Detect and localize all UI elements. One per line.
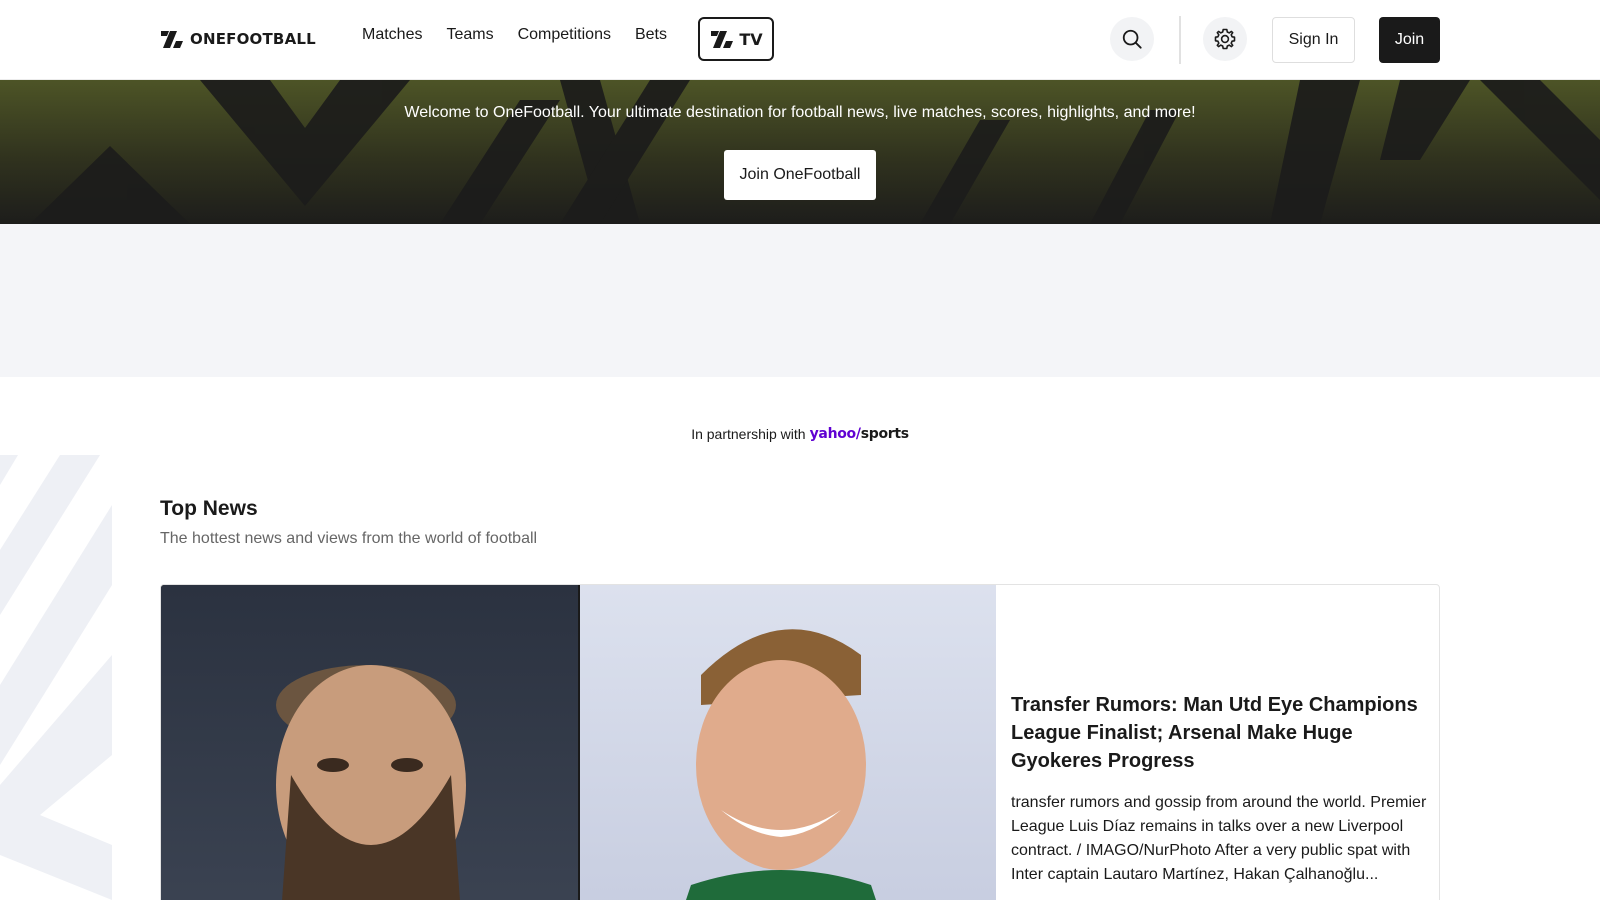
- welcome-hero: Welcome to OneFootball. Your ultimate de…: [0, 80, 1600, 224]
- ad-placeholder: [0, 224, 1600, 377]
- nav-competitions[interactable]: Competitions: [518, 26, 611, 44]
- partnership-banner: In partnership with yahoo/sports: [0, 426, 1600, 442]
- join-onefootball-button[interactable]: Join OneFootball: [724, 150, 876, 200]
- search-button[interactable]: [1110, 17, 1154, 61]
- partnership-prefix: In partnership with: [691, 426, 806, 442]
- search-icon: [1122, 29, 1142, 49]
- onefootball-logo[interactable]: ONEFOOTBALL: [160, 28, 316, 50]
- tv-button[interactable]: TV: [698, 17, 774, 61]
- onefootball-tv-icon: [711, 31, 734, 48]
- main-nav: Matches Teams Competitions Bets: [362, 26, 667, 44]
- gear-icon: [1214, 28, 1236, 50]
- header-divider: [1179, 16, 1181, 64]
- featured-news-card[interactable]: Transfer Rumors: Man Utd Eye Champions L…: [160, 584, 1440, 900]
- site-header: ONEFOOTBALL Matches Teams Competitions B…: [0, 0, 1600, 80]
- top-news-subtitle: The hottest news and views from the worl…: [160, 530, 538, 547]
- yahoo-wordmark: yahoo/: [809, 426, 861, 442]
- top-news-title: Top News: [160, 497, 258, 520]
- background-stripes: [0, 455, 112, 900]
- nav-teams[interactable]: Teams: [446, 26, 493, 44]
- featured-news-image[interactable]: [161, 585, 996, 900]
- onefootball-logo-icon: [161, 31, 183, 48]
- featured-news-headline[interactable]: Transfer Rumors: Man Utd Eye Champions L…: [1011, 691, 1429, 775]
- settings-button[interactable]: [1203, 17, 1247, 61]
- join-button[interactable]: Join: [1379, 17, 1440, 63]
- sports-wordmark: sports: [860, 426, 909, 442]
- tv-label: TV: [739, 29, 763, 49]
- nav-bets[interactable]: Bets: [635, 26, 667, 44]
- logo-wordmark: ONEFOOTBALL: [190, 30, 316, 48]
- welcome-text: Welcome to OneFootball. Your ultimate de…: [404, 104, 1196, 121]
- yahoo-sports-logo[interactable]: yahoo/sports: [809, 426, 910, 442]
- sign-in-button[interactable]: Sign In: [1272, 17, 1355, 63]
- nav-matches[interactable]: Matches: [362, 26, 422, 44]
- featured-news-excerpt: transfer rumors and gossip from around t…: [1011, 794, 1427, 883]
